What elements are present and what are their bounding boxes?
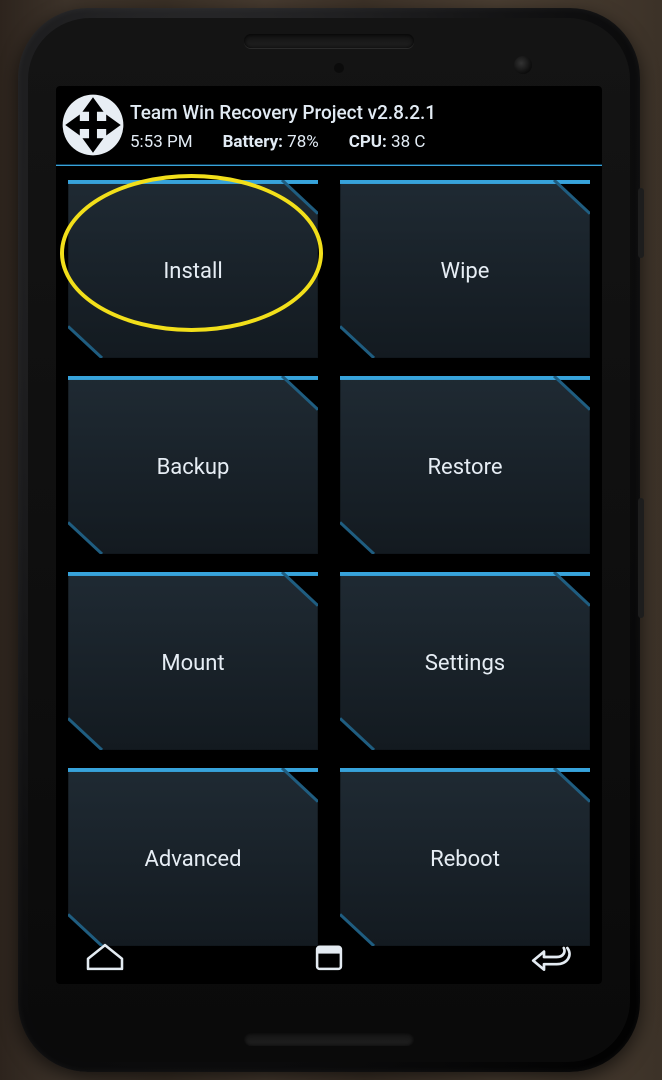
- home-icon: [82, 940, 128, 974]
- advanced-button[interactable]: Advanced: [68, 768, 318, 946]
- status-row: 5:53 PM Battery: 78% CPU: 38 C: [130, 132, 598, 152]
- nav-files-button[interactable]: [306, 937, 352, 977]
- screen: Team Win Recovery Project v2.8.2.1 5:53 …: [56, 86, 602, 984]
- nav-back-button[interactable]: [530, 937, 576, 977]
- install-button[interactable]: Install: [68, 180, 318, 358]
- settings-button[interactable]: Settings: [340, 572, 590, 750]
- header-divider: [56, 164, 602, 166]
- restore-button[interactable]: Restore: [340, 376, 590, 554]
- status-cpu: CPU: 38 C: [349, 132, 426, 152]
- wipe-label: Wipe: [340, 180, 590, 358]
- power-button: [638, 188, 644, 258]
- mount-label: Mount: [68, 572, 318, 750]
- status-time: 5:53 PM: [130, 132, 193, 152]
- front-camera: [514, 56, 532, 74]
- header-text: Team Win Recovery Project v2.8.2.1 5:53 …: [130, 99, 598, 152]
- proximity-sensor: [334, 63, 344, 73]
- nav-home-button[interactable]: [82, 937, 128, 977]
- header: Team Win Recovery Project v2.8.2.1 5:53 …: [56, 86, 602, 162]
- app-title: Team Win Recovery Project v2.8.2.1: [130, 101, 598, 124]
- back-icon: [530, 939, 576, 975]
- settings-label: Settings: [340, 572, 590, 750]
- mount-button[interactable]: Mount: [68, 572, 318, 750]
- navbar: [56, 930, 602, 984]
- twrp-logo-icon: [60, 92, 126, 158]
- volume-rocker: [638, 498, 644, 618]
- phone-frame: Team Win Recovery Project v2.8.2.1 5:53 …: [18, 8, 640, 1072]
- earpiece: [244, 34, 414, 48]
- reboot-label: Reboot: [340, 768, 590, 946]
- main-menu-grid: Install Wipe Backup: [56, 170, 602, 946]
- restore-label: Restore: [340, 376, 590, 554]
- wipe-button[interactable]: Wipe: [340, 180, 590, 358]
- reboot-button[interactable]: Reboot: [340, 768, 590, 946]
- advanced-label: Advanced: [68, 768, 318, 946]
- backup-button[interactable]: Backup: [68, 376, 318, 554]
- status-battery: Battery: 78%: [223, 132, 319, 152]
- backup-label: Backup: [68, 376, 318, 554]
- bottom-speaker: [244, 1032, 414, 1046]
- install-label: Install: [68, 180, 318, 358]
- files-icon: [308, 940, 350, 974]
